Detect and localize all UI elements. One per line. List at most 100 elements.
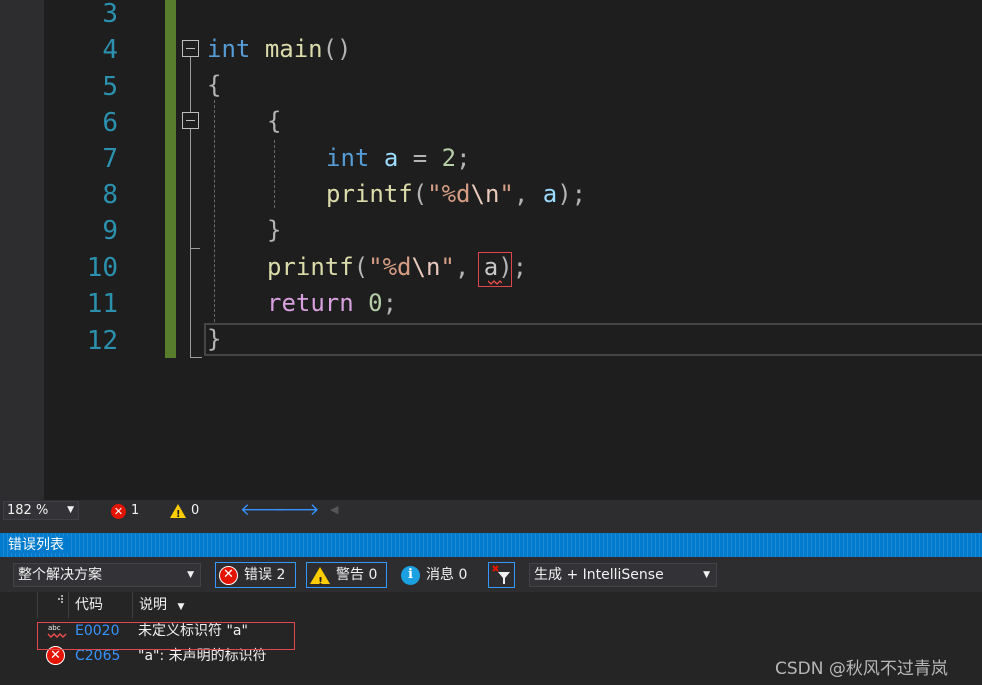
collapse-icon[interactable]	[182, 40, 199, 57]
collapse-icon[interactable]	[182, 112, 199, 129]
line-number: 8	[102, 180, 118, 210]
code-line-4: int main()	[207, 31, 352, 67]
scope-value: 整个解决方案	[18, 567, 102, 583]
code-line-11: return 0;	[267, 285, 397, 321]
code-line-12: }	[207, 321, 221, 357]
line-number: 10	[86, 253, 118, 283]
code-line-6: {	[267, 103, 281, 139]
scroll-left-icon[interactable]: ◀	[330, 500, 338, 520]
build-source-value: 生成 + IntelliSense	[534, 567, 664, 583]
build-source-dropdown[interactable]: 生成 + IntelliSense ▼	[529, 563, 717, 587]
errors-filter-label: 错误 2	[244, 567, 286, 583]
line-number: 11	[86, 289, 118, 319]
column-header-description[interactable]: 说明 ▼	[132, 592, 982, 618]
editor-margin	[0, 0, 44, 500]
semicolon: ;	[382, 289, 398, 317]
change-tracking-bar	[165, 0, 176, 358]
errors-filter-button[interactable]: ✕ 错误 2	[215, 562, 296, 588]
punctuation: ,	[513, 180, 543, 208]
outline-tick	[190, 248, 200, 249]
current-line-highlight	[204, 323, 982, 356]
line-number: 9	[102, 216, 118, 246]
line-number: 3	[102, 0, 118, 29]
line-number: 4	[102, 35, 118, 65]
string: "%d	[427, 180, 471, 208]
column-header-code[interactable]: 代码	[68, 592, 132, 618]
error-list-toolbar: 整个解决方案 ▼ ✕ 错误 2 ! 警告 0 i 消息 0 生成 + Intel…	[0, 557, 982, 592]
number: 0	[368, 289, 383, 317]
zoom-level: 182 %	[7, 503, 49, 518]
line-number: 6	[102, 108, 118, 138]
code-line-8: printf("%d\n", a);	[326, 176, 586, 212]
watermark: CSDN @秋风不过青岚	[775, 659, 948, 679]
punctuation: (	[353, 253, 369, 281]
warning-icon: !	[170, 504, 186, 520]
column-header-category[interactable]	[37, 592, 68, 618]
variable: a	[383, 144, 399, 172]
operator: =	[398, 144, 442, 172]
error-icon: ✕	[219, 565, 238, 585]
code-line-9: }	[267, 212, 281, 248]
row-highlight-box	[37, 622, 295, 650]
filter-clear-icon	[492, 565, 510, 584]
line-number: 12	[86, 326, 118, 356]
messages-filter-button[interactable]: i 消息 0	[398, 562, 476, 588]
zoom-dropdown[interactable]: 182 % ▼	[3, 501, 79, 520]
brace: }	[267, 216, 282, 244]
clear-filter-button[interactable]	[488, 562, 515, 588]
keyword: int	[326, 144, 370, 172]
function-name: printf	[326, 180, 413, 208]
code-line-7: int a = 2;	[326, 140, 471, 176]
punctuation: (	[412, 180, 428, 208]
brace: }	[207, 325, 222, 353]
chevron-down-icon: ▼	[67, 505, 74, 515]
brace: {	[267, 107, 282, 135]
warnings-filter-button[interactable]: ! 警告 0	[306, 562, 387, 588]
line-number: 7	[102, 144, 118, 174]
error-count: 1	[131, 503, 140, 518]
arrow-right-icon[interactable]: 🡒	[274, 500, 320, 520]
brace: {	[207, 71, 222, 99]
escape-seq: \n	[470, 180, 500, 208]
chevron-down-icon: ▼	[703, 570, 710, 580]
string: "	[440, 253, 455, 281]
error-count-indicator[interactable]: ✕ 1	[111, 502, 139, 520]
warning-count: 0	[191, 503, 200, 518]
warning-icon: !	[310, 566, 330, 588]
code-line-5: {	[207, 67, 221, 103]
keyword: int	[207, 35, 251, 63]
semicolon: ;	[456, 144, 471, 172]
outline-line	[190, 57, 191, 358]
indent-guide	[274, 140, 275, 208]
scope-dropdown[interactable]: 整个解决方案 ▼	[13, 563, 201, 587]
error-list-titlebar: 错误列表	[0, 533, 982, 557]
sort-icon	[58, 595, 63, 603]
column-header-description-label: 说明	[139, 597, 167, 613]
string: "%d	[368, 253, 412, 281]
warnings-filter-label: 警告 0	[336, 567, 378, 583]
outline-tick	[190, 357, 202, 358]
punctuation: );	[557, 180, 587, 208]
indent-guide	[214, 100, 215, 322]
info-icon: i	[401, 565, 420, 585]
keyword: return	[267, 289, 354, 317]
error-list-header: 代码 说明 ▼	[0, 592, 982, 618]
panel-splitter[interactable]	[0, 522, 982, 533]
chevron-down-icon: ▼	[177, 602, 185, 612]
line-number: 5	[102, 72, 118, 102]
function-name: main	[264, 35, 323, 63]
warning-count-indicator[interactable]: ! 0	[170, 502, 199, 520]
code-editor[interactable]: 3 4 5 6 7 8 9 10 11 12 int main() { { in…	[0, 0, 982, 500]
chevron-down-icon: ▼	[187, 570, 194, 580]
punctuation: ()	[322, 35, 352, 63]
editor-status-bar: 182 % ▼ ✕ 1 ! 0 🡐 🡒 ◀	[0, 500, 982, 522]
variable: a	[542, 180, 558, 208]
error-squiggle-icon	[488, 280, 502, 285]
function-name: printf	[267, 253, 354, 281]
string: "	[499, 180, 514, 208]
escape-seq: \n	[411, 253, 441, 281]
messages-filter-label: 消息 0	[426, 567, 468, 583]
number: 2	[441, 144, 457, 172]
error-icon: ✕	[111, 503, 126, 519]
error-list-title: 错误列表	[8, 537, 70, 553]
